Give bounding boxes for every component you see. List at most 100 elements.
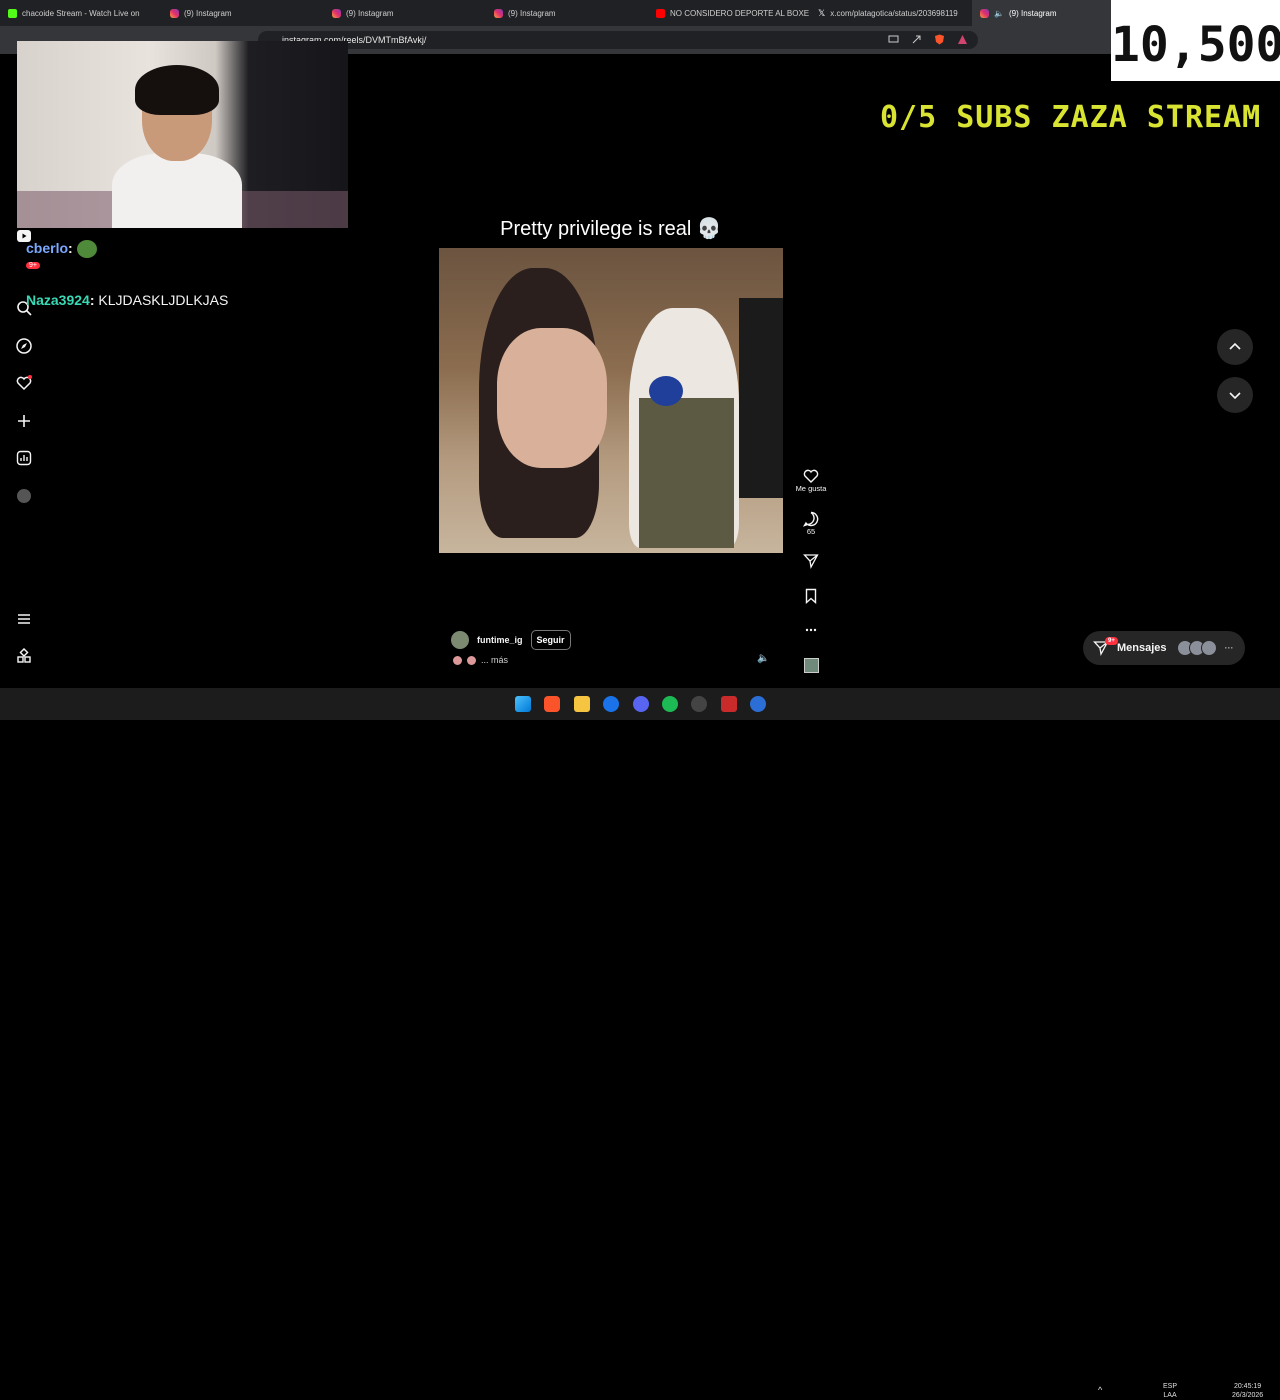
messages-label: Mensajes	[1117, 642, 1167, 654]
brave-icon[interactable]	[544, 696, 560, 712]
clock[interactable]: 20:45:19 26/3/2026	[1232, 1382, 1263, 1400]
tab-instagram[interactable]: (9) Instagram	[162, 0, 324, 26]
discord-icon[interactable]	[633, 696, 649, 712]
author-name[interactable]: funtime_ig	[477, 635, 523, 645]
create-icon[interactable]	[16, 413, 32, 429]
reel-author: funtime_ig Seguir	[451, 630, 571, 650]
chat-message: cberlo:	[26, 240, 97, 259]
heart-icon	[803, 469, 819, 483]
chevron-down-icon	[1229, 392, 1241, 400]
video-bystander	[739, 298, 783, 498]
mute-icon[interactable]: 🔈	[757, 653, 769, 664]
reel-video[interactable]	[439, 248, 783, 553]
instagram-icon	[980, 8, 989, 18]
brave-shield-icon[interactable]	[934, 32, 945, 45]
next-reel-button[interactable]	[1217, 377, 1253, 413]
also-from-meta-icon[interactable]	[16, 648, 32, 664]
tab-x[interactable]: 𝕏x.com/platagotica/status/203698119	[810, 0, 972, 26]
boxing-glove	[649, 376, 683, 406]
subs-goal: 0/5 SUBS ZAZA STREAM	[880, 100, 1262, 135]
spotify-icon[interactable]	[662, 696, 678, 712]
reel-caption: Pretty privilege is real 💀	[500, 218, 722, 240]
emoji-icon	[467, 655, 476, 665]
like-action[interactable]: Me gusta	[795, 468, 827, 493]
url-field[interactable]: instagram.com/reels/DVMTmBfAvkj/	[258, 31, 978, 49]
windows-taskbar: ^ ESP LAA 20:45:19 26/3/2026	[0, 688, 1280, 1399]
stream-counter: 10,500	[1111, 0, 1280, 81]
chat-message: Naza3924: KLJDASKLJDLKJAS	[26, 292, 228, 308]
tab-label: (9) Instagram	[346, 8, 394, 18]
chat-text: KLJDASKLJDLKJAS	[98, 292, 229, 308]
x-icon: 𝕏	[818, 7, 826, 18]
tab-label: (9) Instagram	[1008, 8, 1057, 18]
video-person-left-arms	[497, 328, 607, 468]
chat-username: Naza3924	[26, 292, 90, 308]
author-avatar[interactable]	[451, 631, 469, 649]
bing-icon[interactable]	[603, 696, 619, 712]
lang-top: ESP	[1163, 1383, 1178, 1390]
chevron-up-icon	[1229, 342, 1241, 350]
like-label: Me gusta	[795, 484, 827, 493]
file-explorer-icon[interactable]	[574, 696, 590, 712]
reel-player[interactable]: Pretty privilege is real 💀 funtime_ig Se…	[439, 64, 783, 678]
tab-instagram[interactable]: (9) Instagram	[324, 0, 486, 26]
tab-youtube[interactable]: NO CONSIDERO DEPORTE AL BOXE	[648, 0, 810, 26]
browser-tab-bar: chacoide Stream - Watch Live on (9) Inst…	[0, 0, 1280, 26]
save-action[interactable]	[795, 588, 827, 604]
youtube-icon	[656, 8, 665, 18]
notifications-heart-icon[interactable]	[16, 375, 32, 391]
chat-badge: 9+	[26, 262, 40, 269]
tab-instagram-active[interactable]: 🔈 (9) Instagram	[972, 0, 1134, 26]
lang-bottom: LAA	[1163, 1392, 1177, 1399]
explore-icon[interactable]	[16, 338, 32, 354]
previous-reel-button[interactable]	[1217, 329, 1253, 365]
tab-label: (9) Instagram	[184, 8, 232, 18]
more-options[interactable]	[795, 622, 827, 638]
comment-icon	[803, 511, 819, 527]
clock-date: 26/3/2026	[1232, 1392, 1264, 1399]
instagram-icon	[494, 8, 503, 18]
webcam-overlay	[17, 41, 348, 228]
tab-label: NO CONSIDERO DEPORTE AL BOXE	[670, 8, 810, 18]
more-icon: ···	[1224, 643, 1234, 653]
menu-icon[interactable]	[16, 611, 32, 627]
messages-avatars	[1176, 640, 1217, 656]
pepe-emote	[76, 240, 97, 259]
video-person-right-pants	[639, 398, 734, 548]
instagram-icon	[332, 8, 341, 18]
tray-expand-icon[interactable]: ^	[1098, 1386, 1102, 1395]
share-action[interactable]	[795, 553, 827, 569]
windows-start-icon[interactable]	[515, 696, 531, 712]
streamer-hair	[135, 65, 219, 115]
video-editor-icon[interactable]	[721, 696, 737, 712]
messages-button[interactable]: 9+ Mensajes ···	[1083, 631, 1245, 665]
comment-action[interactable]: 65	[795, 511, 827, 536]
streamer-shirt	[112, 153, 242, 228]
messages-badge: 9+	[1105, 637, 1118, 645]
send-icon	[803, 554, 819, 569]
chat-username: cberlo	[26, 240, 69, 256]
screen-icon[interactable]	[888, 32, 899, 43]
share-icon[interactable]	[911, 32, 922, 44]
brave-rewards-icon[interactable]	[957, 32, 968, 44]
more-icon	[805, 628, 817, 632]
address-bar-icons	[888, 32, 968, 45]
dashboard-icon[interactable]	[16, 450, 32, 466]
bookmark-icon	[805, 588, 817, 604]
more-link[interactable]: ... más	[481, 655, 508, 665]
tab-instagram[interactable]: (9) Instagram	[486, 0, 648, 26]
instagram-icon	[170, 8, 179, 18]
language-indicator[interactable]: ESP LAA	[1163, 1382, 1177, 1400]
audio-thumbnail[interactable]	[804, 658, 819, 673]
chat-separator: :	[68, 240, 77, 256]
follow-button[interactable]: Seguir	[530, 630, 571, 650]
obs-icon[interactable]	[691, 696, 707, 712]
tab-label: x.com/platagotica/status/203698119	[830, 8, 958, 18]
kick-icon	[8, 8, 17, 18]
comment-count: 65	[806, 527, 816, 536]
profile-avatar-icon[interactable]	[16, 488, 32, 504]
tab-label: chacoide Stream - Watch Live on	[22, 8, 140, 18]
capcut-icon[interactable]	[750, 696, 766, 712]
emoji-icon	[453, 655, 462, 665]
tab-kick-stream[interactable]: chacoide Stream - Watch Live on	[0, 0, 162, 26]
